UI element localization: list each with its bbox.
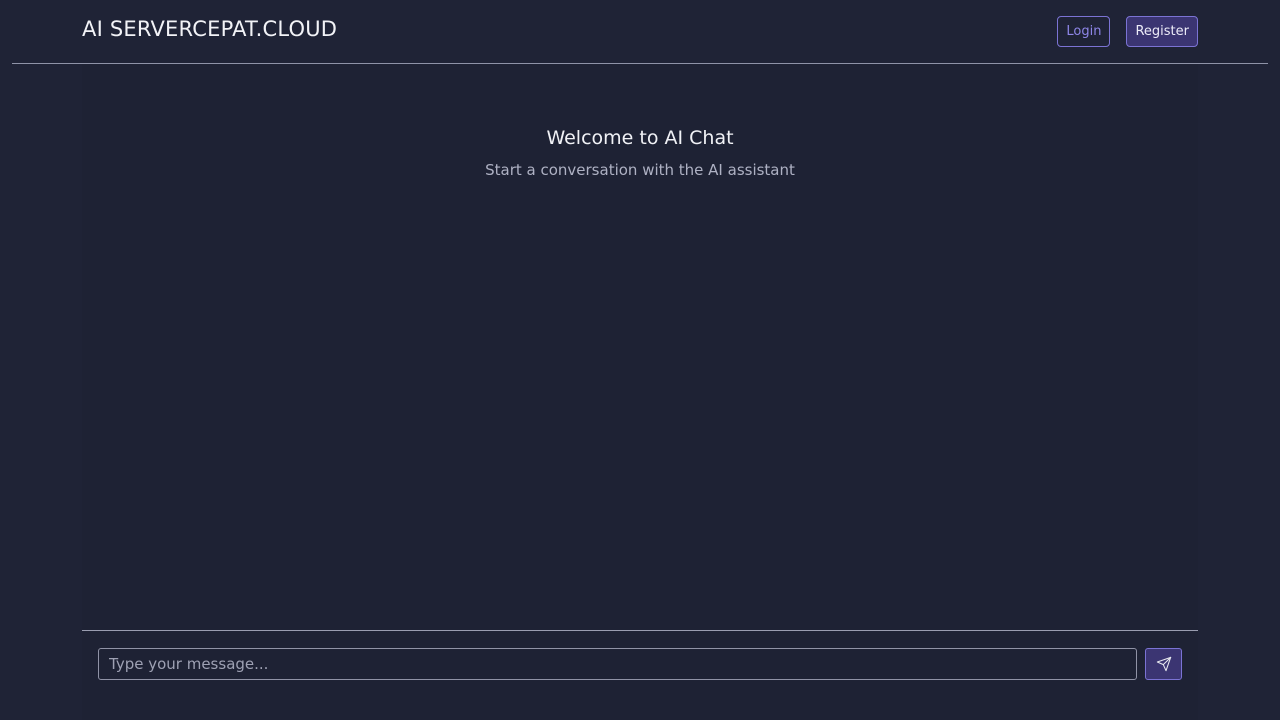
chat-panel: Welcome to AI Chat Start a conversation … [82,64,1198,720]
brand-title[interactable]: AI SERVERCEPAT.CLOUD [82,17,337,41]
welcome-message: Welcome to AI Chat Start a conversation … [82,127,1198,179]
welcome-subtitle: Start a conversation with the AI assista… [485,161,795,179]
login-button[interactable]: Login [1057,16,1111,47]
send-button[interactable] [1145,648,1182,680]
top-header: AI SERVERCEPAT.CLOUD Login Register [12,0,1268,64]
message-input[interactable] [98,648,1137,680]
welcome-title: Welcome to AI Chat [546,127,734,149]
auth-actions: Login Register [1057,16,1198,47]
send-icon [1156,656,1171,672]
register-button[interactable]: Register [1126,16,1198,47]
message-composer [82,630,1198,720]
